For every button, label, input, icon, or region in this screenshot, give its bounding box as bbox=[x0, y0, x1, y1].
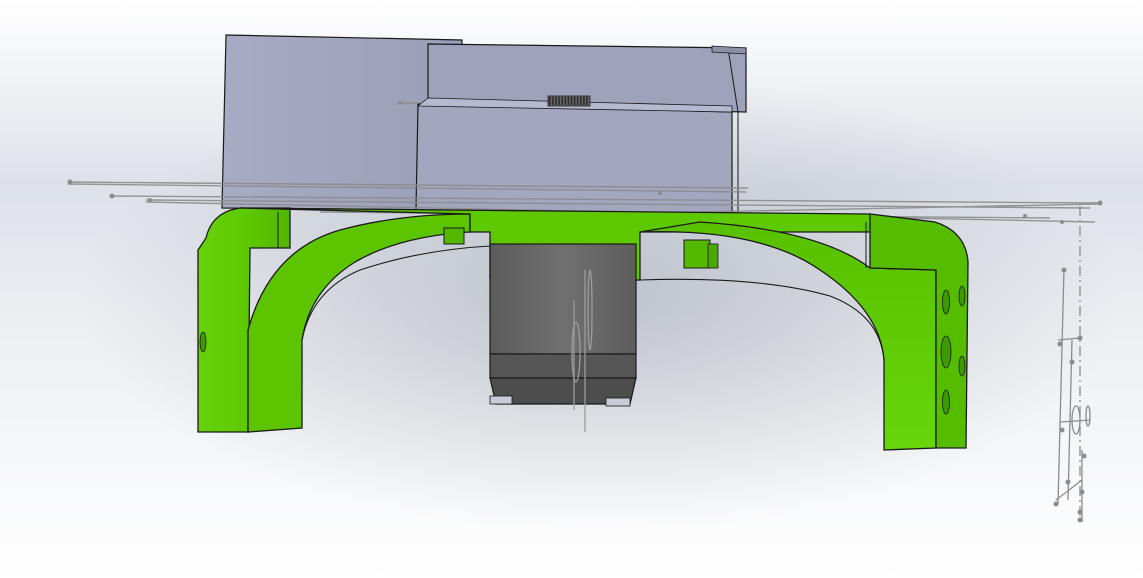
mount-tab-right bbox=[683, 239, 711, 269]
stepper-motor[interactable] bbox=[489, 243, 637, 432]
drive-pulley[interactable] bbox=[547, 95, 591, 107]
mount-tab-left bbox=[443, 227, 465, 245]
pulley-tooth bbox=[580, 97, 582, 105]
mount-hole-3 bbox=[942, 389, 950, 415]
motor-foot-right bbox=[605, 397, 631, 407]
pulley-tooth bbox=[558, 97, 560, 105]
pulley-tooth bbox=[570, 97, 573, 105]
cad-3d-viewport[interactable] bbox=[0, 0, 1143, 578]
pulley-tooth bbox=[576, 97, 579, 105]
mount-hole-left bbox=[199, 331, 207, 353]
pulley-tooth bbox=[573, 97, 576, 105]
mount-hole-2 bbox=[940, 335, 952, 369]
pulley-tooth bbox=[561, 97, 563, 105]
pulley-tooth bbox=[586, 97, 588, 105]
pulley-tooth bbox=[567, 97, 570, 105]
motor-foot-left bbox=[489, 395, 513, 405]
cad-model-canvas[interactable] bbox=[0, 0, 1143, 578]
block-front-right bbox=[415, 103, 733, 215]
mount-tab-right-2 bbox=[707, 243, 719, 269]
mount-hole-5 bbox=[958, 355, 966, 377]
motor-body bbox=[489, 243, 637, 355]
motor-lower-body bbox=[489, 353, 637, 379]
pulley-tooth bbox=[549, 97, 551, 105]
mount-hole-4 bbox=[958, 285, 966, 307]
pulley-tooth bbox=[564, 97, 567, 105]
pulley-tooth bbox=[583, 97, 585, 105]
pulley-tooth bbox=[552, 97, 554, 105]
mount-hole-1 bbox=[942, 289, 950, 315]
pulley-tooth bbox=[555, 97, 557, 105]
